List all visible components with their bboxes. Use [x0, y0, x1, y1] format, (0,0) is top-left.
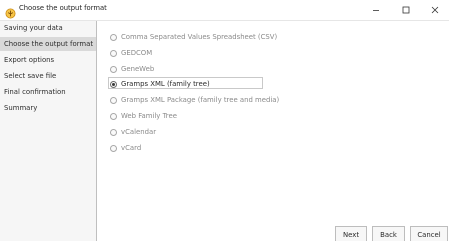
format-option-vcard[interactable]: vCard: [110, 142, 141, 154]
next-button[interactable]: Next: [335, 226, 367, 241]
format-option-label: Gramps XML Package (family tree and medi…: [121, 96, 280, 104]
format-option-label: GeneWeb: [121, 65, 155, 73]
format-option-label: Gramps XML (family tree): [121, 80, 210, 88]
close-icon: [431, 6, 439, 14]
radio-icon[interactable]: [110, 128, 117, 136]
assistant-steps-sidebar: Saving your data Choose the output forma…: [0, 21, 97, 241]
format-selection-panel: Comma Separated Values Spreadsheet (CSV)…: [98, 21, 449, 241]
back-button[interactable]: Back: [372, 226, 405, 241]
maximize-button[interactable]: [394, 2, 418, 18]
radio-icon[interactable]: [110, 144, 117, 152]
format-option-label: Comma Separated Values Spreadsheet (CSV): [121, 33, 278, 41]
sidebar-item-export-options: Export options: [4, 56, 55, 64]
maximize-icon: [402, 6, 410, 14]
sidebar-item-saving-your-data: Saving your data: [4, 24, 63, 32]
sidebar-item-choose-output-format: Choose the output format: [0, 37, 96, 51]
close-button[interactable]: [423, 2, 447, 18]
export-assistant-window: Choose the output format Saving your dat…: [0, 0, 449, 241]
format-option-label: GEDCOM: [121, 49, 153, 57]
minimize-button[interactable]: [364, 2, 388, 18]
radio-icon[interactable]: [110, 112, 117, 120]
title-bar: Choose the output format: [0, 0, 449, 21]
format-option-label: vCard: [121, 144, 142, 152]
radio-icon[interactable]: [110, 33, 117, 41]
format-option-gramps-xml[interactable]: Gramps XML (family tree): [108, 77, 263, 90]
format-option-label: Web Family Tree: [121, 112, 177, 120]
sidebar-item-select-save-file: Select save file: [4, 72, 57, 80]
format-option-gedcom[interactable]: GEDCOM: [110, 47, 152, 59]
format-option-vcalendar[interactable]: vCalendar: [110, 126, 156, 138]
window-title: Choose the output format: [19, 4, 107, 12]
format-option-web-family-tree[interactable]: Web Family Tree: [110, 110, 177, 122]
format-option-geneweb[interactable]: GeneWeb: [110, 63, 154, 75]
radio-icon[interactable]: [110, 96, 117, 104]
minimize-icon: [373, 10, 379, 11]
format-option-gramps-xml-package[interactable]: Gramps XML Package (family tree and medi…: [110, 94, 279, 106]
sidebar-item-final-confirmation: Final confirmation: [4, 88, 66, 96]
gramps-tree-icon: [5, 4, 16, 19]
radio-selected-icon[interactable]: [110, 80, 117, 88]
format-option-label: vCalendar: [121, 128, 157, 136]
radio-icon[interactable]: [110, 49, 117, 57]
radio-icon[interactable]: [110, 65, 117, 73]
cancel-button[interactable]: Cancel: [410, 226, 448, 241]
sidebar-item-summary: Summary: [4, 104, 38, 112]
format-option-csv[interactable]: Comma Separated Values Spreadsheet (CSV): [110, 31, 277, 43]
